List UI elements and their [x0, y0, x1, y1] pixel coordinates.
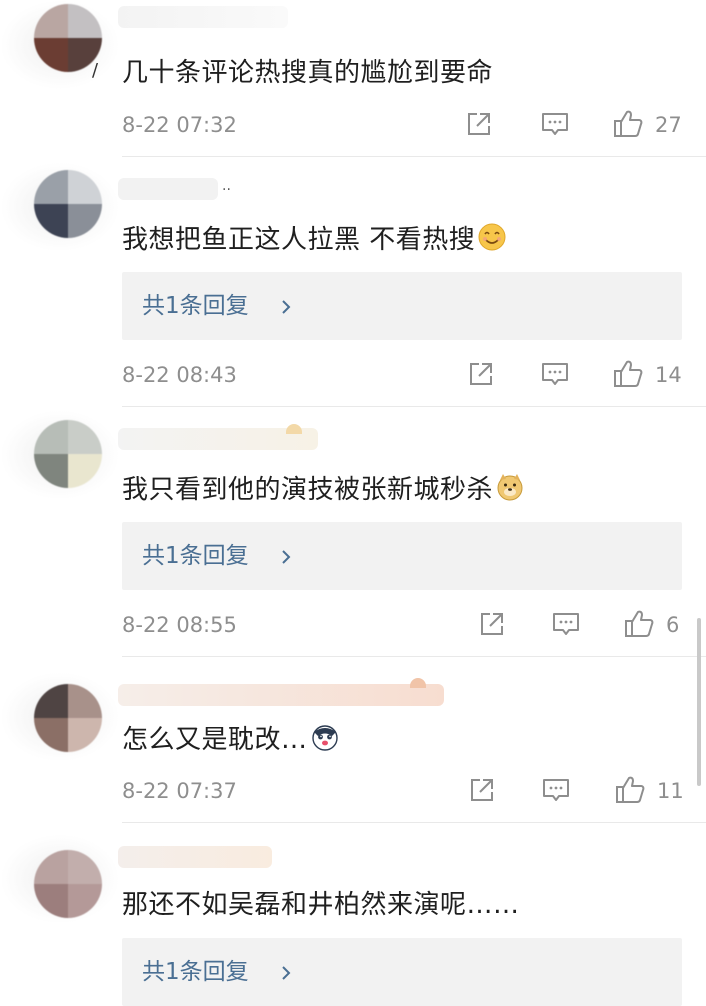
divider	[122, 656, 706, 657]
reply-count-link[interactable]: 共1条回复	[142, 540, 249, 572]
name-badge-fragment	[286, 424, 302, 434]
divider	[122, 156, 706, 157]
reply-summary-button[interactable]: 共1条回复	[122, 938, 682, 1006]
comment-icon[interactable]	[541, 776, 571, 804]
reply-count-link[interactable]: 共1条回复	[142, 290, 249, 322]
username-redacted[interactable]	[118, 684, 444, 706]
thumbs-up-icon[interactable]	[612, 108, 644, 140]
name-fragment: /	[92, 60, 99, 81]
comment-icon[interactable]	[551, 610, 581, 638]
husky-emoji	[311, 725, 338, 751]
comment-text-body: 我想把鱼正这人拉黑 不看热搜	[122, 225, 476, 255]
thumbs-up-icon[interactable]	[612, 358, 644, 390]
reply-count-link[interactable]: 共1条回复	[142, 956, 249, 988]
comment-text: 怎么又是耽改…	[122, 722, 340, 757]
avatar[interactable]	[34, 420, 102, 488]
chevron-right-icon	[282, 966, 291, 980]
name-fragment: ··	[222, 182, 231, 198]
comment-text: 我只看到他的演技被张新城秒杀	[122, 472, 525, 507]
share-icon[interactable]	[467, 360, 495, 388]
share-icon[interactable]	[478, 610, 506, 638]
comment-text-body: 我只看到他的演技被张新城秒杀	[122, 475, 494, 505]
share-icon[interactable]	[465, 110, 493, 138]
share-icon[interactable]	[468, 776, 496, 804]
username-redacted[interactable]	[118, 178, 218, 200]
chevron-right-icon	[282, 300, 291, 314]
comment-time: 8-22 08:55	[122, 613, 237, 637]
comment-text-body: 怎么又是耽改…	[122, 725, 308, 755]
comment-time: 8-22 07:37	[122, 779, 237, 803]
divider	[122, 406, 706, 407]
reply-summary-button[interactable]: 共1条回复	[122, 522, 682, 590]
like-count: 11	[657, 779, 684, 803]
name-badge-fragment	[410, 678, 426, 688]
chevron-right-icon	[282, 550, 291, 564]
username-redacted[interactable]	[118, 846, 272, 868]
thumbs-up-icon[interactable]	[623, 608, 655, 640]
comment-text: 我想把鱼正这人拉黑 不看热搜	[122, 222, 507, 257]
avatar[interactable]	[34, 850, 102, 918]
comment-icon[interactable]	[540, 110, 570, 138]
like-count: 14	[655, 363, 682, 387]
divider	[122, 822, 706, 823]
comment-time: 8-22 07:32	[122, 113, 237, 137]
comment-text: 那还不如吴磊和井柏然来演呢……	[122, 890, 520, 920]
scrollbar[interactable]	[697, 618, 701, 786]
like-count: 6	[666, 613, 680, 637]
comment-icon[interactable]	[540, 360, 570, 388]
like-count: 27	[655, 113, 682, 137]
reply-summary-button[interactable]: 共1条回复	[122, 272, 682, 340]
doge-emoji	[497, 474, 523, 501]
smile-emoji	[478, 223, 506, 251]
avatar[interactable]	[34, 684, 102, 752]
comment-text: 几十条评论热搜真的尴尬到要命	[122, 58, 494, 88]
thumbs-up-icon[interactable]	[614, 774, 646, 806]
comment-time: 8-22 08:43	[122, 363, 237, 387]
username-redacted[interactable]	[118, 6, 288, 28]
avatar[interactable]	[34, 170, 102, 238]
